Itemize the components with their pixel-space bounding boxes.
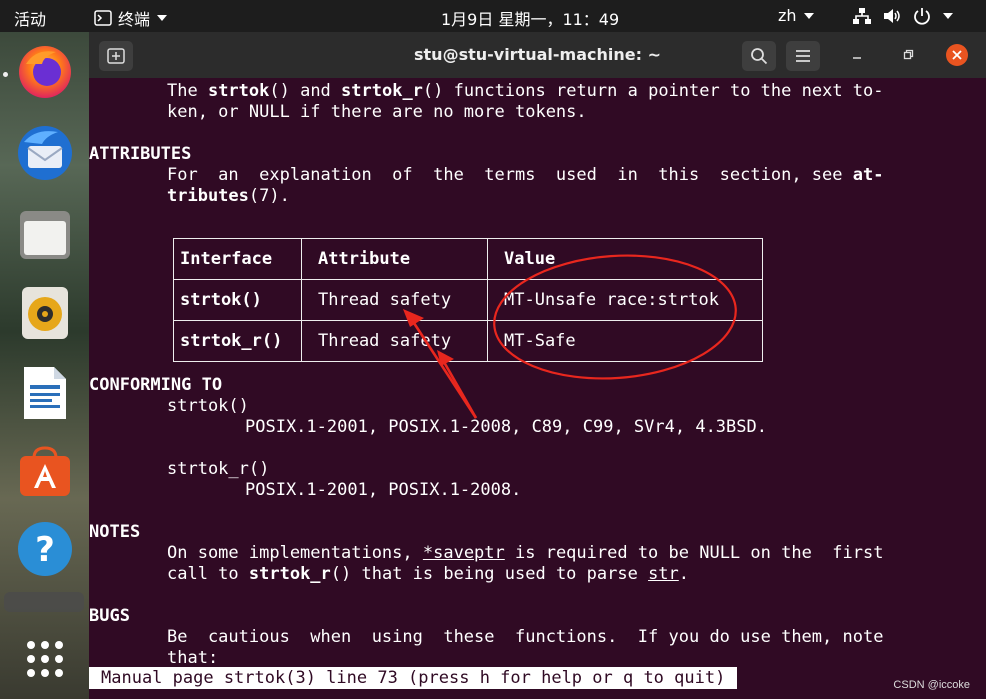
table-header: Value xyxy=(487,238,763,280)
files-launcher[interactable] xyxy=(14,204,76,266)
dock: ? xyxy=(0,32,89,699)
thunderbird-icon xyxy=(18,126,72,180)
table-cell-value: MT-Safe xyxy=(487,320,763,362)
table-cell-interface: strtok_r() xyxy=(173,320,302,362)
hamburger-icon xyxy=(796,50,810,62)
bugs-line-2: that: xyxy=(167,648,219,668)
section-heading-notes: NOTES xyxy=(89,522,141,542)
minimize-icon xyxy=(853,57,861,59)
attributes-line-2: tributes(7). xyxy=(167,186,290,206)
close-icon xyxy=(952,50,962,60)
thunderbird-launcher[interactable] xyxy=(14,122,76,184)
system-menu[interactable] xyxy=(852,7,954,25)
section-heading-attributes: ATTRIBUTES xyxy=(89,144,192,164)
document-icon xyxy=(24,367,66,419)
clock[interactable]: 1月9日 星期一，11：49 xyxy=(441,6,619,30)
terminal-content[interactable]: The strtok() and strtok_r() functions re… xyxy=(89,78,986,699)
table-header: Interface xyxy=(173,238,302,280)
top-bar: 活动 终端 1月9日 星期一，11：49 zh xyxy=(0,0,986,32)
table-row: strtok() Thread safety MT-Unsafe race:st… xyxy=(173,279,763,321)
attributes-line-1: For an explanation of the terms used in … xyxy=(167,165,884,185)
maximize-button[interactable] xyxy=(900,47,916,63)
table-cell-attribute: Thread safety xyxy=(301,279,488,321)
network-icon xyxy=(853,8,871,24)
input-method-label: zh xyxy=(778,6,797,25)
conforming-function: strtok_r() xyxy=(167,459,270,479)
description-line-2: ken, or NULL if there are no more tokens… xyxy=(167,102,587,122)
conforming-function: strtok() xyxy=(167,396,249,416)
terminal-app-menu[interactable]: 终端 xyxy=(94,6,168,30)
search-icon xyxy=(751,48,768,65)
running-indicator xyxy=(3,72,8,77)
notes-line-1: On some implementations, *saveptr is req… xyxy=(167,543,884,563)
restore-icon xyxy=(903,49,914,60)
software-store-icon xyxy=(20,446,70,496)
close-button[interactable] xyxy=(946,44,968,66)
show-applications-button[interactable] xyxy=(14,628,76,690)
chevron-down-icon xyxy=(943,13,953,19)
svg-text:?: ? xyxy=(35,530,55,570)
folder-icon xyxy=(20,211,70,259)
help-launcher[interactable]: ? xyxy=(14,518,76,580)
dock-separator xyxy=(4,592,84,612)
notes-line-2: call to strtok_r() that is being used to… xyxy=(167,564,690,584)
conforming-standards: POSIX.1-2001, POSIX.1-2008, C89, C99, SV… xyxy=(245,417,767,437)
description-line-1: The strtok() and strtok_r() functions re… xyxy=(167,81,884,101)
pager-status-line: Manual page strtok(3) line 73 (press h f… xyxy=(89,667,738,689)
menu-button[interactable] xyxy=(786,41,820,71)
speaker-icon xyxy=(22,287,68,339)
volume-icon xyxy=(884,9,900,23)
attributes-table: Interface Attribute Value strtok() Threa… xyxy=(173,238,763,362)
ubuntu-software-launcher[interactable] xyxy=(14,440,76,502)
app-grid-icon xyxy=(27,641,63,677)
bugs-line-1: Be cautious when using these functions. … xyxy=(167,627,884,647)
firefox-icon xyxy=(19,46,71,98)
terminal-headerbar: stu@stu-virtual-machine: ~ xyxy=(89,32,986,78)
section-heading-conforming: CONFORMING TO xyxy=(89,375,223,395)
watermark: CSDN @iccoke xyxy=(893,679,970,691)
table-cell-value: MT-Unsafe race:strtok xyxy=(487,279,763,321)
help-icon: ? xyxy=(18,522,72,576)
libreoffice-writer-launcher[interactable] xyxy=(14,362,76,424)
table-cell-interface: strtok() xyxy=(173,279,302,321)
app-menu-label: 终端 xyxy=(118,10,151,29)
rhythmbox-launcher[interactable] xyxy=(14,282,76,344)
activities-button[interactable]: 活动 xyxy=(14,6,46,30)
chevron-down-icon xyxy=(803,12,814,19)
power-icon xyxy=(914,8,930,25)
table-header-row: Interface Attribute Value xyxy=(173,238,763,280)
firefox-launcher[interactable] xyxy=(14,40,76,102)
conforming-standards: POSIX.1-2001, POSIX.1-2008. xyxy=(245,480,522,500)
terminal-icon xyxy=(94,10,112,26)
input-method-menu[interactable]: zh xyxy=(778,6,815,25)
chevron-down-icon xyxy=(157,15,168,21)
section-heading-bugs: BUGS xyxy=(89,606,130,626)
table-cell-attribute: Thread safety xyxy=(301,320,488,362)
table-header: Attribute xyxy=(301,238,488,280)
search-button[interactable] xyxy=(742,41,776,71)
minimize-button[interactable] xyxy=(849,47,865,63)
table-row: strtok_r() Thread safety MT-Safe xyxy=(173,320,763,362)
